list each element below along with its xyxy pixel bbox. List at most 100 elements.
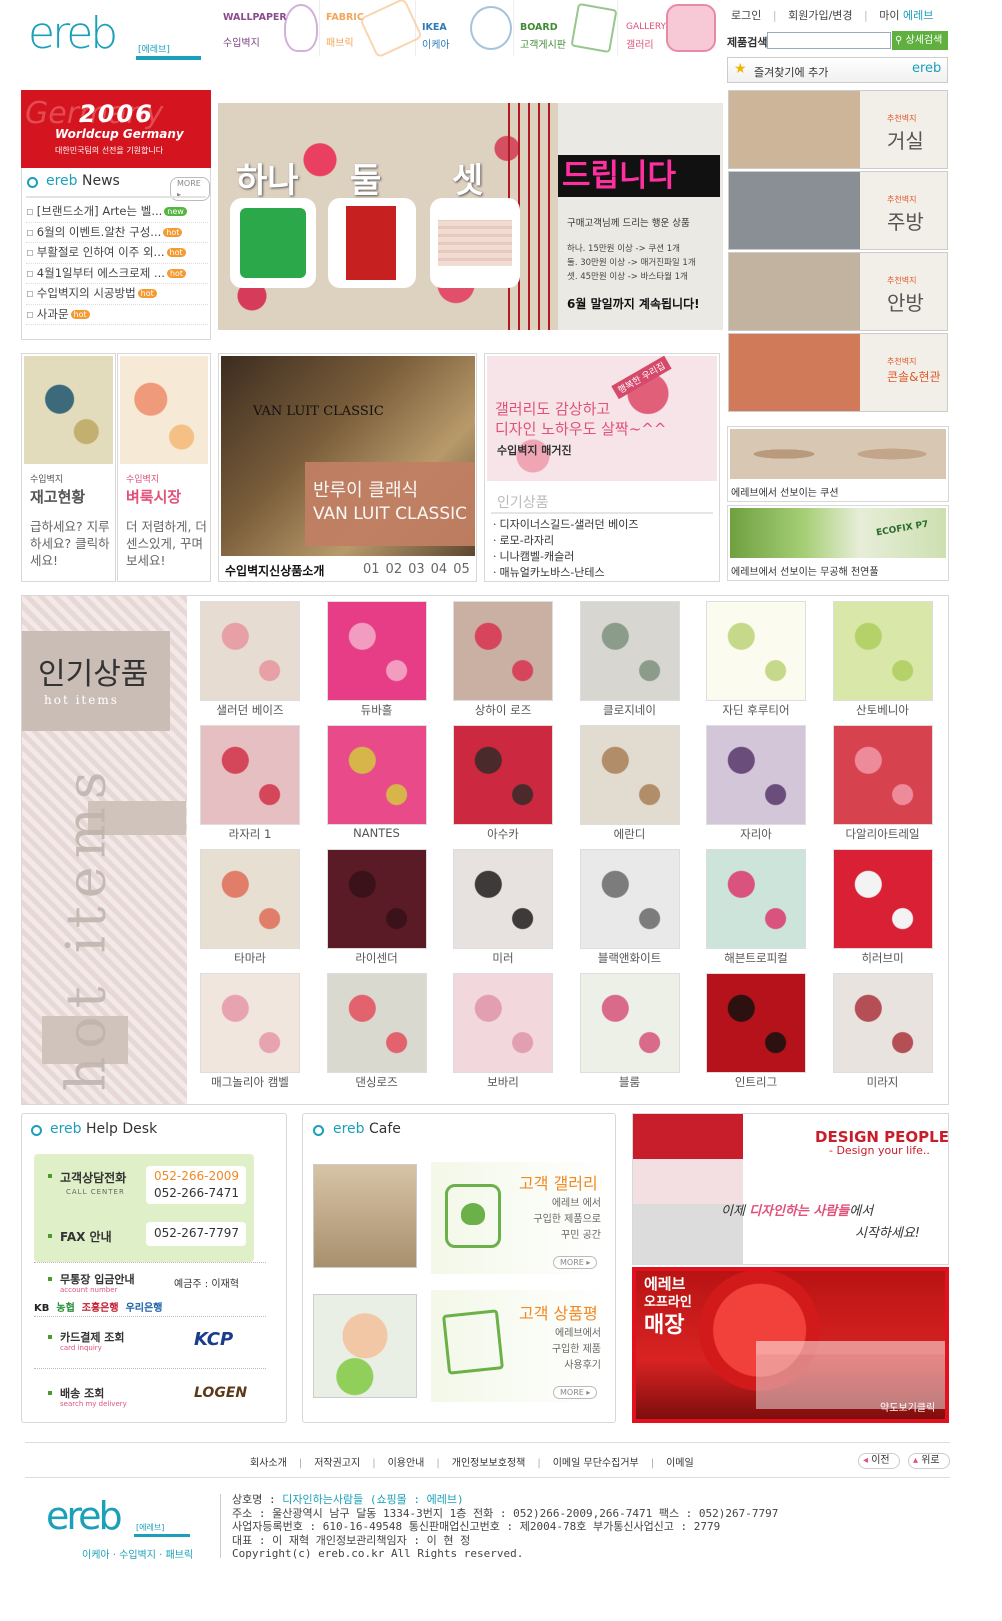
- room-item[interactable]: 추천벽지 주방: [728, 171, 948, 250]
- hot-product[interactable]: 타마라: [200, 849, 300, 965]
- cafe-gallery-item[interactable]: 고객 갤러리 에레브 에서 구입한 제품으로 꾸민 공간 MORE ▸: [311, 1162, 609, 1274]
- magazine-banner[interactable]: 갤러리도 감상하고 디자인 노하우도 살짝~^^ 수입벽지 매거진 행복한 우리…: [487, 355, 717, 481]
- hot-product[interactable]: 상하이 로즈: [453, 601, 553, 717]
- popular-small-text: 디자이너스길드-샐러던 베이즈: [499, 518, 639, 531]
- search-button[interactable]: ⚲ 상세검색: [892, 31, 948, 50]
- footer-nav-link[interactable]: 회사소개: [250, 1458, 287, 1469]
- worldcup-banner[interactable]: Germany 2006 Worldcup Germany 대한민국팀의 선전을…: [21, 90, 211, 168]
- hot-product[interactable]: 히러브미: [832, 849, 933, 965]
- vanluit-overlay-text: VAN LUIT CLASSIC: [253, 404, 384, 419]
- footer-nav-link[interactable]: 이메일: [666, 1458, 694, 1469]
- room-tag: 추천벽지: [887, 195, 917, 204]
- hot-product[interactable]: 댄싱로즈: [326, 973, 427, 1089]
- cafe-review-more[interactable]: MORE ▸: [553, 1386, 598, 1399]
- hot-product[interactable]: 아수카: [453, 725, 553, 841]
- popular-small-item[interactable]: · 디자이너스길드-샐러던 베이즈: [493, 517, 715, 533]
- hot-product[interactable]: 인트리그: [706, 973, 806, 1089]
- nav-gallery[interactable]: GALLERY 갤러리: [624, 0, 720, 56]
- ecofix-feature[interactable]: ECOFIX P7 에레브에서 선보이는 무공해 천연풀: [727, 505, 949, 581]
- news-dot: ▫: [26, 306, 34, 321]
- hot-product[interactable]: 미러: [453, 849, 553, 965]
- footer-vline: [220, 1494, 221, 1558]
- footer-nav-link[interactable]: 개인정보보호정책: [452, 1458, 526, 1469]
- favorite-bar[interactable]: ★ 즐겨찾기에 추가 ereb: [727, 57, 948, 83]
- footer-nav-link[interactable]: 이메일 무단수집거부: [553, 1458, 639, 1469]
- news-dot: ▫: [26, 265, 34, 280]
- news-item[interactable]: ▫ 사과문 hot: [26, 305, 208, 325]
- login-link[interactable]: 로그인: [731, 9, 761, 22]
- nav-wallpaper[interactable]: WALLPAPER 수입벽지: [220, 0, 320, 56]
- hot-product[interactable]: 에란디: [579, 725, 680, 841]
- footer-nav-link[interactable]: 이용안내: [388, 1458, 425, 1469]
- prev-button[interactable]: ◂ 이전: [858, 1453, 900, 1469]
- hot-product[interactable]: 미라지: [832, 973, 933, 1089]
- hot-product[interactable]: 블룸: [579, 973, 680, 1089]
- vanluit-feature[interactable]: VAN LUIT CLASSIC 반루이 클래식 VAN LUIT CLASSI…: [218, 353, 477, 582]
- popular-dot: ·: [493, 534, 497, 547]
- vanluit-page-3[interactable]: 03: [408, 562, 425, 577]
- room-item[interactable]: 추천벽지 안방: [728, 252, 948, 331]
- footer-logo[interactable]: ereb [에레브] 이케아 · 수입벽지 · 패브릭: [46, 1494, 206, 1562]
- vanluit-page-4[interactable]: 04: [431, 562, 448, 577]
- bank-holder: 예금주 : 이재혁: [174, 1279, 239, 1290]
- news-item[interactable]: ▫ 수입벽지의 시공방법 hot: [26, 284, 208, 305]
- hot-product[interactable]: 매그놀리아 캠벨: [200, 973, 300, 1089]
- footer-nav-link[interactable]: 저작권고지: [314, 1458, 360, 1469]
- popular-small-text: 로모-라자리: [499, 534, 555, 547]
- hot-product[interactable]: 다알리아트레일: [832, 725, 933, 841]
- offline-map-button[interactable]: 약도보기클릭: [880, 1399, 935, 1414]
- room-item[interactable]: 추천벽지 콘솔&현관: [728, 333, 948, 412]
- mypage-link[interactable]: 마이 에레브: [879, 9, 933, 22]
- cafe-gallery-more[interactable]: MORE ▸: [553, 1256, 598, 1269]
- news-badge: hot: [166, 268, 187, 278]
- hot-product[interactable]: 샐러던 베이즈: [200, 601, 300, 717]
- card-section[interactable]: 카드결제 조회 card inquiry KCP: [34, 1316, 266, 1368]
- search-input[interactable]: [767, 32, 891, 49]
- hot-product[interactable]: 클로지네이: [579, 601, 680, 717]
- hot-product[interactable]: 자딘 후루티어: [706, 601, 806, 717]
- fleamarket-promo[interactable]: 수입벽지 벼룩시장 더 저렴하게, 더 센스있게, 꾸며보세요!: [117, 353, 211, 582]
- vanluit-page-1[interactable]: 01: [363, 562, 380, 577]
- bank-section: 무통장 입금안내 account number 예금주 : 이재혁 KB 농협 조흥…: [34, 1262, 266, 1322]
- join-link[interactable]: 회원가입/변경: [788, 9, 852, 22]
- pencil-note-icon: [442, 1309, 504, 1375]
- help-title-text: Help Desk: [86, 1121, 158, 1137]
- hot-product[interactable]: 보바리: [453, 973, 553, 1089]
- hot-product[interactable]: NANTES: [326, 725, 427, 840]
- hot-product[interactable]: 산토베니아: [832, 601, 933, 717]
- hot-product[interactable]: 블랙앤화이트: [579, 849, 680, 965]
- news-item[interactable]: ▫ 부활절로 인하여 이주 외... hot: [26, 243, 208, 264]
- news-item[interactable]: ▫ 4월1일부터 에스크로제 ... hot: [26, 264, 208, 284]
- top-button[interactable]: ▴ 위로: [908, 1453, 950, 1469]
- delivery-section[interactable]: 배송 조회 search my delivery LOGEN: [34, 1368, 266, 1420]
- fax-bullet: [48, 1234, 52, 1238]
- hot-product[interactable]: 해븐트로피컬: [706, 849, 806, 965]
- footer-nav: 회사소개 | 저작권고지 | 이용안내 | 개인정보보호정책 | 이메일 무단수집거부 | 이메일: [250, 1454, 694, 1469]
- cafe-review-title: 고객 상품평: [519, 1304, 598, 1323]
- popular-small-item[interactable]: · 니나캠벨-캐슬러: [493, 549, 715, 565]
- site-logo[interactable]: ereb [에레브]: [28, 8, 203, 66]
- popular-small-item[interactable]: · 로모-라자리: [493, 533, 715, 549]
- nav-board[interactable]: BOARD 고객게시판: [518, 0, 618, 56]
- hot-product[interactable]: 라자리 1: [200, 725, 300, 841]
- news-item[interactable]: ▫ 6월의 이벤트.알찬 구성... hot: [26, 223, 208, 243]
- news-item[interactable]: ▫ [브랜드소개] Arte는 벨... new: [26, 202, 208, 223]
- cafe-review-item[interactable]: 고객 상품평 에레브에서 구입한 제품 사용후기 MORE ▸: [311, 1290, 609, 1402]
- hot-product[interactable]: 라이센더: [326, 849, 427, 965]
- nav-fabric[interactable]: FABRIC 패브릭: [324, 0, 423, 59]
- room-item[interactable]: 추천벽지 거실: [728, 90, 948, 169]
- footer-nav-sep: |: [650, 1458, 655, 1469]
- help-bullet-icon: [31, 1125, 42, 1136]
- cushion-feature[interactable]: 에레브에서 선보이는 쿠션: [727, 426, 949, 502]
- design-people-banner[interactable]: DESIGN PEOPLE - Design your life.. 이제 디자…: [632, 1113, 949, 1265]
- nav-ikea[interactable]: IKEA 이케아: [420, 0, 514, 56]
- promo-banner[interactable]: 하나 둘 셋 드립니다 구매고객님께 드리는 행운 상품 하나. 15만원 이상…: [218, 103, 723, 330]
- stock-promo[interactable]: 수입벽지 재고현황 급하세요? 지루하세요? 클릭하세요!: [21, 353, 116, 582]
- offline-store-banner[interactable]: 에레브 오프라인 매장 약도보기클릭: [632, 1267, 949, 1423]
- popular-small-item[interactable]: · 매뉴얼카노바스-난테스: [493, 565, 715, 581]
- vanluit-page-2[interactable]: 02: [386, 562, 403, 577]
- hot-product-thumb: [706, 601, 806, 701]
- hot-product[interactable]: 자리아: [706, 725, 806, 841]
- vanluit-page-5[interactable]: 05: [453, 562, 470, 577]
- hot-product[interactable]: 듀바홀: [326, 601, 427, 717]
